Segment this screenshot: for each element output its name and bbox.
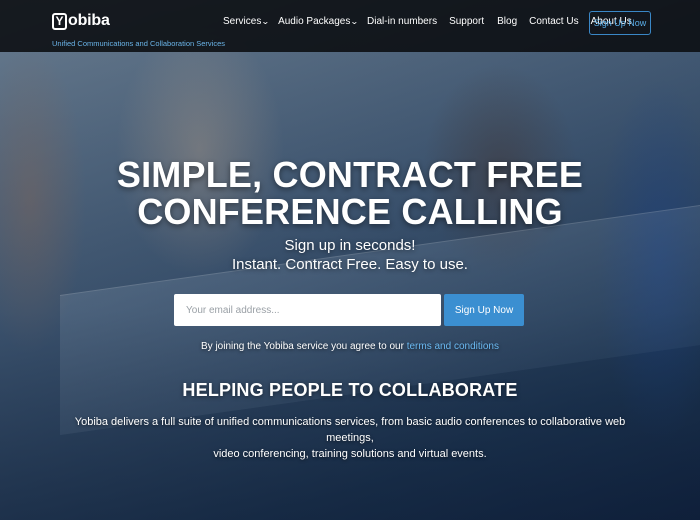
hero-subheading-line2: Instant. Contract Free. Easy to use. <box>232 256 468 273</box>
nav-support[interactable]: Support <box>449 16 484 27</box>
chevron-down-icon: ⌄ <box>350 17 360 26</box>
yobiba-logo[interactable]: Y obiba <box>52 12 110 30</box>
hero-subheading-line1: Sign up in seconds! <box>284 237 416 254</box>
hero-headline-line1: SIMPLE, CONTRACT FREE <box>116 154 584 195</box>
main-nav: Services ⌄ Audio Packages ⌄ Dial-in numb… <box>223 16 632 27</box>
nav-blog[interactable]: Blog <box>497 16 517 27</box>
logo-mark-icon: Y <box>52 12 67 30</box>
section-description: Yobiba delivers a full suite of unified … <box>70 414 630 462</box>
terms-notice: By joining the Yobiba service you agree … <box>0 341 700 352</box>
nav-audio-packages[interactable]: Audio Packages ⌄ <box>278 16 360 27</box>
section-description-line1: Yobiba delivers a full suite of unified … <box>74 416 626 444</box>
chevron-down-icon: ⌄ <box>261 17 271 26</box>
brand-tagline: Unified Communications and Collaboration… <box>52 39 226 48</box>
top-navbar: Y obiba Unified Communications and Colla… <box>0 0 700 52</box>
nav-sign-up-button[interactable]: Sign Up Now <box>589 11 651 35</box>
email-input[interactable] <box>174 294 441 326</box>
logo-text: obiba <box>68 12 110 29</box>
nav-dial-in-numbers[interactable]: Dial-in numbers <box>367 16 437 27</box>
hero-headline-line2: CONFERENCE CALLING <box>137 191 563 232</box>
terms-link[interactable]: terms and conditions <box>407 341 499 352</box>
nav-contact-us[interactable]: Contact Us <box>529 16 578 27</box>
hero-sign-up-button[interactable]: Sign Up Now <box>444 294 524 326</box>
terms-prefix: By joining the Yobiba service you agree … <box>201 341 404 352</box>
nav-services[interactable]: Services ⌄ <box>223 16 271 27</box>
section-description-line2: video conferencing, training solutions a… <box>213 448 487 460</box>
section-title: HELPING PEOPLE TO COLLABORATE <box>182 380 518 400</box>
nav-services-label: Services <box>223 16 262 27</box>
nav-audio-packages-label: Audio Packages <box>278 16 351 27</box>
